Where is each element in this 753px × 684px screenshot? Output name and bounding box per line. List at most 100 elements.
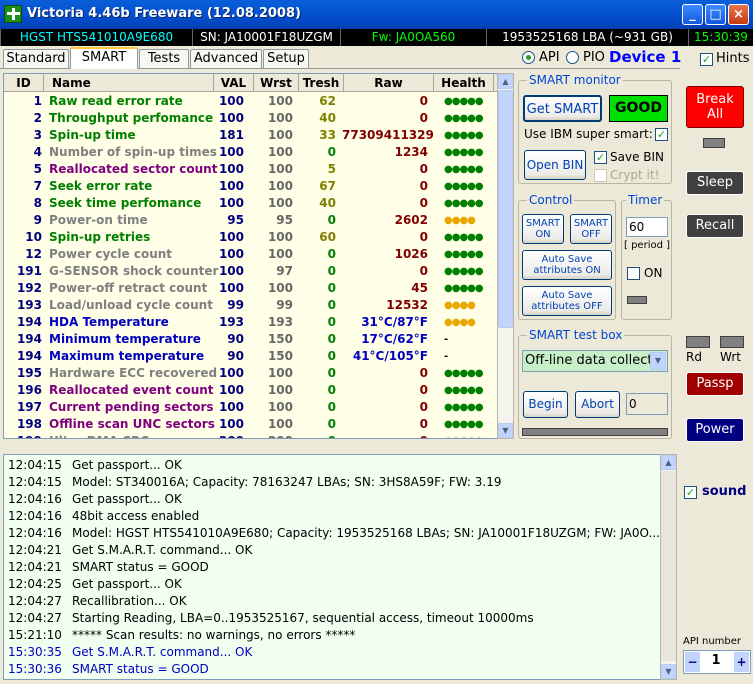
cell-name: Throughput perfomance — [49, 111, 214, 125]
table-row[interactable]: 198 Offline scan UNC sectors 100 100 0 0 ●●●●● — [4, 416, 498, 433]
power-button[interactable]: Power — [686, 418, 744, 442]
crypt-checkbox[interactable] — [594, 169, 607, 182]
tab-standard[interactable]: Standard — [3, 49, 69, 68]
chevron-down-icon[interactable]: ▼ — [650, 352, 666, 370]
log-scroll-track[interactable] — [661, 471, 676, 661]
passp-button[interactable]: Passp — [686, 372, 744, 396]
pio-radio[interactable] — [566, 51, 579, 64]
table-row[interactable]: 192 Power-off retract count 100 100 0 45 ●●●●● — [4, 280, 498, 297]
minus-icon[interactable]: − — [685, 652, 700, 672]
test-progress-input[interactable] — [626, 393, 668, 415]
table-scrollbar[interactable]: ▲ ▼ — [497, 73, 514, 439]
hints-checkbox[interactable]: ✓ — [700, 53, 713, 66]
log-time: 12:04:15 — [8, 458, 62, 472]
write-led — [720, 336, 744, 348]
smart-on-button[interactable]: SMART ON — [522, 214, 564, 244]
cell-name: Power cycle count — [49, 247, 173, 261]
col-name[interactable]: Name — [44, 74, 214, 92]
cell-val: 100 — [218, 230, 244, 244]
sound-checkbox[interactable]: ✓ — [684, 486, 697, 499]
cell-health: ●●●● — [444, 300, 476, 311]
autosave-off-button[interactable]: Auto Save attributes OFF — [522, 286, 612, 316]
cell-name: Maximum temperature — [49, 349, 205, 363]
scroll-thumb[interactable] — [498, 90, 513, 328]
col-val[interactable]: VAL — [214, 74, 254, 92]
close-button[interactable]: × — [728, 4, 749, 25]
scroll-down-icon[interactable]: ▼ — [498, 423, 513, 438]
table-row[interactable]: 199Ultra DMA CRC errors20020000●●●●● — [4, 433, 498, 438]
log-time: 12:04:21 — [8, 543, 62, 557]
begin-button[interactable]: Begin — [523, 391, 568, 418]
cell-val: 90 — [227, 332, 244, 346]
table-row[interactable]: 10 Spin-up retries 100 100 60 0 ●●●●● — [4, 229, 498, 246]
tab-setup[interactable]: Setup — [263, 49, 309, 68]
cell-name: Offline scan UNC sectors — [49, 417, 215, 431]
table-row[interactable]: 3 Spin-up time 181 100 33 77309411329 ●●●●● — [4, 127, 498, 144]
smart-off-button[interactable]: SMART OFF — [570, 214, 612, 244]
api-radio[interactable] — [522, 51, 535, 64]
tab-tests[interactable]: Tests — [139, 49, 189, 68]
table-row[interactable]: 194 Minimum temperature 90 150 0 17°C/62°F - — [4, 331, 498, 348]
save-bin-checkbox[interactable]: ✓ — [594, 151, 607, 164]
ibm-super-smart-checkbox[interactable]: ✓ — [655, 128, 668, 141]
minimize-button[interactable]: _ — [682, 4, 703, 25]
log-scroll-up-icon[interactable]: ▲ — [661, 455, 676, 470]
event-log[interactable]: 12:04:15 Get passport... OK 12:04:15 Model:… — [3, 454, 661, 680]
table-row[interactable]: 197 Current pending sectors 100 100 0 0 ●●●●● — [4, 399, 498, 416]
get-smart-button[interactable]: Get SMART — [523, 95, 602, 122]
table-header: ID Name VAL Wrst Tresh Raw Health — [4, 74, 498, 92]
col-health[interactable]: Health — [434, 74, 494, 92]
api-number-spinner[interactable]: − 1 + — [683, 650, 751, 674]
test-type-select[interactable]: Off-line data collect ▼ — [522, 350, 668, 372]
cell-id: 199 — [4, 433, 42, 438]
table-row[interactable]: 191 G-SENSOR shock counter 100 97 0 0 ●●●●● — [4, 263, 498, 280]
table-row[interactable]: 1 Raw read error rate 100 100 62 0 ●●●●● — [4, 93, 498, 110]
table-row[interactable]: 194 Maximum temperature 90 150 0 41°C/105°F - — [4, 348, 498, 365]
cell-wrst: 100 — [267, 179, 293, 193]
abort-button[interactable]: Abort — [575, 391, 620, 418]
log-scroll-down-icon[interactable]: ▼ — [661, 664, 676, 679]
table-row[interactable]: 12 Power cycle count 100 100 0 1026 ●●●●● — [4, 246, 498, 263]
cell-raw: 77309411329 — [342, 128, 434, 142]
table-row[interactable]: 196 Reallocated event count 100 100 0 0 ●●●●● — [4, 382, 498, 399]
cell-name: Seek time perfomance — [49, 196, 202, 210]
open-bin-button[interactable]: Open BIN — [524, 150, 586, 180]
sound-label: sound — [702, 484, 747, 499]
cell-val: 100 — [218, 366, 244, 380]
timer-on-checkbox[interactable] — [627, 267, 640, 280]
col-raw[interactable]: Raw — [344, 74, 434, 92]
table-row[interactable]: 7 Seek error rate 100 100 67 0 ●●●●● — [4, 178, 498, 195]
sleep-button[interactable]: Sleep — [686, 171, 744, 195]
table-row[interactable]: 195 Hardware ECC recovered 100 100 0 0 ●●●●● — [4, 365, 498, 382]
maximize-button[interactable]: □ — [705, 4, 726, 25]
table-row[interactable]: 4 Number of spin-up times 100 100 0 1234 ●●●●● — [4, 144, 498, 161]
table-row[interactable]: 9 Power-on time 95 95 0 2602 ●●●● — [4, 212, 498, 229]
table-row[interactable]: 2 Throughput perfomance 100 100 40 0 ●●●●● — [4, 110, 498, 127]
col-tresh[interactable]: Tresh — [299, 74, 344, 92]
table-row[interactable]: 5 Reallocated sector count 100 100 5 0 ●●●●● — [4, 161, 498, 178]
recall-button[interactable]: Recall — [686, 214, 744, 238]
cell-tresh: 0 — [327, 281, 336, 295]
plus-icon[interactable]: + — [734, 652, 749, 672]
autosave-on-button[interactable]: Auto Save attributes ON — [522, 250, 612, 280]
cell-val: 100 — [218, 247, 244, 261]
table-row[interactable]: 8 Seek time perfomance 100 100 40 0 ●●●●● — [4, 195, 498, 212]
table-row[interactable]: 193 Load/unload cycle count 99 99 0 12532 ●●●● — [4, 297, 498, 314]
tab-smart[interactable]: SMART — [70, 47, 138, 69]
scroll-up-icon[interactable]: ▲ — [498, 74, 513, 89]
table-row[interactable]: 194 HDA Temperature 193 193 0 31°C/87°F ●●●● — [4, 314, 498, 331]
log-scrollbar[interactable]: ▲ ▼ — [660, 454, 677, 680]
break-all-button[interactable]: Break All — [686, 86, 744, 128]
log-message: Get passport... OK — [72, 492, 182, 506]
cell-wrst: 150 — [267, 332, 293, 346]
tab-advanced[interactable]: Advanced — [190, 49, 262, 68]
cell-health: ●●●●● — [444, 181, 484, 192]
smart-attributes-table[interactable]: ID Name VAL Wrst Tresh Raw Health 1 Raw r… — [3, 73, 499, 439]
title-bar[interactable]: Victoria 4.46b Freeware (12.08.2008) _ □… — [0, 0, 753, 29]
device-label[interactable]: Device 1 — [609, 48, 681, 66]
timer-period-input[interactable] — [626, 217, 668, 237]
col-id[interactable]: ID — [4, 74, 44, 92]
write-led-label: Wrt — [720, 350, 741, 364]
col-wrst[interactable]: Wrst — [254, 74, 299, 92]
api-number-value[interactable]: 1 — [706, 653, 726, 668]
